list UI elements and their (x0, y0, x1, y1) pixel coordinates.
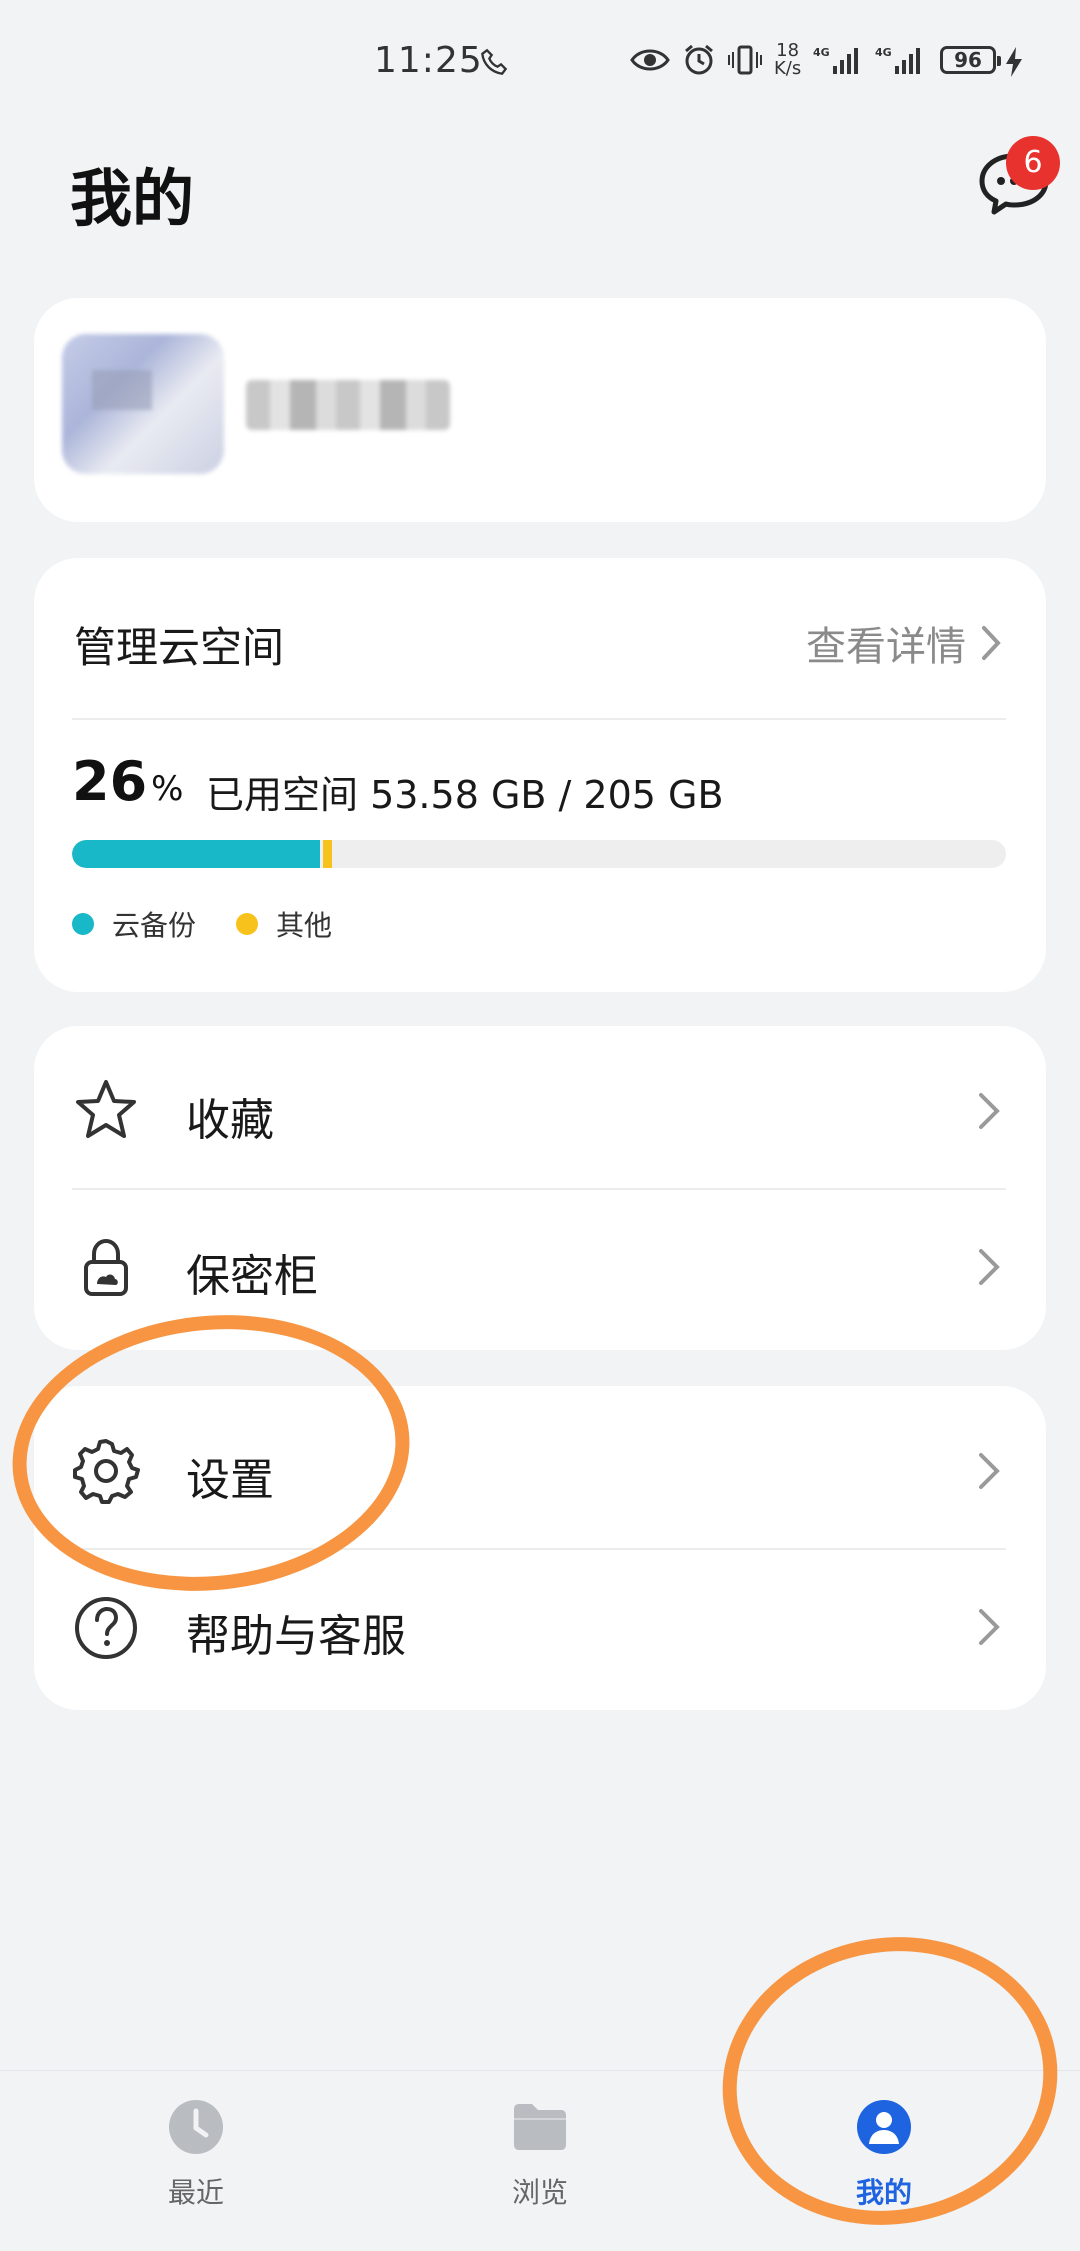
chevron-right-icon (979, 1453, 1000, 1489)
help-icon (75, 1597, 137, 1659)
legend-backup: 云备份 (72, 904, 196, 944)
nav-label-recent: 最近 (167, 2176, 224, 2209)
legend-label: 云备份 (112, 909, 197, 942)
page-title: 我的 (70, 162, 195, 235)
menu-label-safe: 保密柜 (186, 1251, 318, 1302)
storage-detail-label: 查看详情 (806, 624, 966, 670)
alarm-icon (685, 44, 713, 75)
message-badge: 6 (1006, 136, 1060, 190)
chevron-right-icon (979, 1609, 1000, 1645)
legend-label: 其他 (276, 909, 333, 942)
status-icons: 18 K/s 4G 4G (630, 40, 925, 80)
storage-title: 管理云空间 (74, 623, 285, 672)
usage-text: 已用空间 53.58 GB / 205 GB (206, 773, 724, 817)
usage-percent-symbol: % (151, 769, 184, 809)
status-bar: 11:25 18 K/s 4G 4G 96 (0, 0, 1080, 130)
usage-legend: 云备份 其他 (72, 904, 372, 944)
legend-other: 其他 (236, 904, 332, 944)
signal-icon-2: 4G (875, 46, 921, 74)
chevron-right-icon (979, 1249, 1000, 1285)
signal-icon-1: 4G (813, 46, 859, 74)
nav-label-browse: 浏览 (511, 2176, 568, 2209)
avatar[interactable] (62, 334, 224, 474)
star-icon (76, 1080, 136, 1138)
usage-bar (72, 840, 1006, 868)
net-speed-unit: K/s (774, 58, 802, 79)
menu-label-favorites: 收藏 (186, 1095, 274, 1146)
usage-bar-other (323, 840, 332, 868)
charging-icon (1006, 47, 1022, 77)
storage-detail-link[interactable]: 查看详情 (806, 614, 1002, 672)
usage-percent: 26% (72, 750, 183, 813)
chevron-right-icon (982, 626, 1001, 660)
folder-icon (514, 2104, 566, 2150)
net-speed: 18 K/s (774, 42, 801, 78)
nav-tab-recent[interactable]: 最近 (96, 2071, 296, 2229)
menu-label-help: 帮助与客服 (186, 1611, 406, 1662)
lock-icon (84, 1238, 128, 1296)
storage-divider (72, 718, 1006, 720)
legend-dot (72, 913, 94, 935)
eye-icon (630, 49, 670, 71)
username-blurred (246, 380, 450, 430)
status-time: 11:25 (374, 40, 483, 81)
chevron-right-icon (979, 1093, 1000, 1129)
usage-percent-value: 26 (72, 750, 148, 813)
vibrate-icon (728, 45, 762, 75)
legend-dot (236, 913, 259, 935)
phone-call-icon (481, 48, 508, 75)
nav-tab-browse[interactable]: 浏览 (440, 2071, 640, 2229)
battery-icon: 96 (940, 46, 1001, 74)
clock-icon (169, 2100, 223, 2154)
svg-text:4G: 4G (813, 46, 830, 59)
usage-bar-backup (72, 840, 320, 868)
svg-text:4G: 4G (875, 46, 892, 59)
